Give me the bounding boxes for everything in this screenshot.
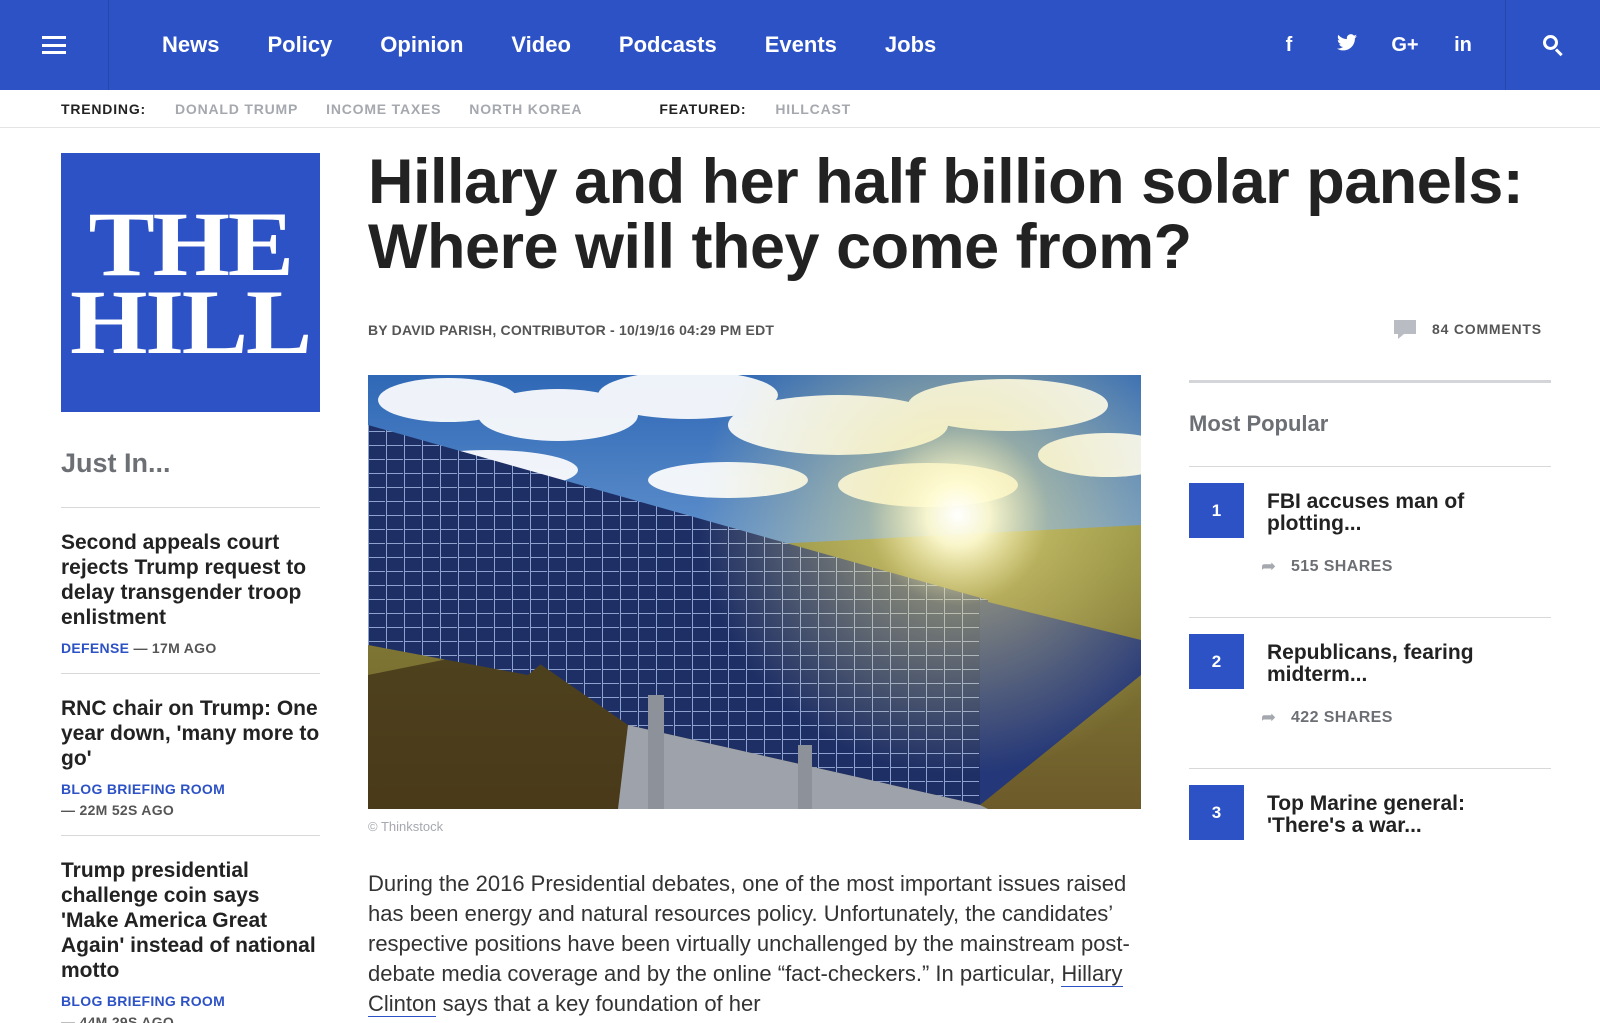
nav-link-news[interactable]: News bbox=[162, 32, 219, 58]
top-navigation: News Policy Opinion Video Podcasts Event… bbox=[0, 0, 1600, 90]
trending-link-donald-trump[interactable]: DONALD TRUMP bbox=[175, 101, 298, 117]
list-item-category[interactable]: DEFENSE bbox=[61, 640, 129, 656]
trending-link-income-taxes[interactable]: INCOME TAXES bbox=[326, 101, 441, 117]
popular-headline[interactable]: FBI accuses man of plotting... bbox=[1267, 491, 1537, 535]
search-button[interactable] bbox=[1505, 0, 1600, 90]
article-body-text-continued: says that a key foundation of her bbox=[436, 991, 761, 1016]
article-byline: BY DAVID PARISH, CONTRIBUTOR - 10/19/16 … bbox=[368, 322, 775, 338]
list-item: RNC chair on Trump: One year down, 'many… bbox=[61, 673, 320, 835]
comments-count: 84 COMMENTS bbox=[1432, 321, 1542, 337]
share-arrow-icon: ➦ bbox=[1261, 707, 1277, 727]
nav-link-opinion[interactable]: Opinion bbox=[380, 32, 463, 58]
list-item: Trump presidential challenge coin says '… bbox=[61, 835, 320, 1023]
list-item-title[interactable]: Trump presidential challenge coin says '… bbox=[61, 858, 320, 983]
list-item-meta: BLOG BRIEFING ROOM — 44M 29S AGO bbox=[61, 991, 320, 1023]
list-item-meta: BLOG BRIEFING ROOM — 22M 52S AGO bbox=[61, 779, 320, 821]
featured-label: FEATURED: bbox=[659, 100, 747, 117]
trending-bar: TRENDING: DONALD TRUMP INCOME TAXES NORT… bbox=[0, 90, 1600, 128]
facebook-icon[interactable]: f bbox=[1260, 34, 1318, 57]
list-item-category[interactable]: BLOG BRIEFING ROOM bbox=[61, 991, 320, 1012]
featured-link-hillcast[interactable]: HILLCAST bbox=[775, 101, 851, 117]
list-item-title[interactable]: Second appeals court rejects Trump reque… bbox=[61, 530, 320, 630]
article-headline: Hillary and her half billion solar panel… bbox=[368, 147, 1524, 282]
linkedin-icon[interactable]: in bbox=[1434, 34, 1492, 57]
the-hill-logo[interactable]: THE HILL bbox=[61, 153, 320, 412]
list-item-meta: DEFENSE — 17M AGO bbox=[61, 638, 320, 659]
social-links: f G+ in bbox=[1260, 0, 1492, 90]
list-item-time: — 17M AGO bbox=[133, 640, 217, 656]
nav-link-events[interactable]: Events bbox=[765, 32, 837, 58]
nav-link-jobs[interactable]: Jobs bbox=[885, 32, 936, 58]
article-body-text: During the 2016 Presidential debates, on… bbox=[368, 871, 1130, 986]
rank-badge: 2 bbox=[1189, 634, 1244, 689]
nav-link-video[interactable]: Video bbox=[511, 32, 571, 58]
article-hero-image bbox=[368, 375, 1141, 809]
main-nav: News Policy Opinion Video Podcasts Event… bbox=[162, 0, 984, 90]
nav-link-policy[interactable]: Policy bbox=[267, 32, 332, 58]
comments-link[interactable]: 84 COMMENTS bbox=[1394, 320, 1542, 339]
popular-headline[interactable]: Top Marine general: 'There's a war... bbox=[1267, 793, 1537, 837]
list-item-title[interactable]: RNC chair on Trump: One year down, 'many… bbox=[61, 696, 320, 771]
image-credit: © Thinkstock bbox=[368, 819, 444, 834]
list-item-time: — 44M 29S AGO bbox=[61, 1014, 175, 1023]
list-item: 1 FBI accuses man of plotting... ➦ 515 SH… bbox=[1189, 467, 1551, 618]
logo-line-hill: HILL bbox=[70, 270, 313, 373]
share-count: ➦ 515 SHARES bbox=[1261, 556, 1393, 577]
list-item-time: — 22M 52S AGO bbox=[61, 802, 175, 818]
just-in-list: Second appeals court rejects Trump reque… bbox=[61, 507, 320, 1023]
share-count: ➦ 422 SHARES bbox=[1261, 707, 1393, 728]
list-item: 2 Republicans, fearing midterm... ➦ 422 S… bbox=[1189, 618, 1551, 769]
rank-badge: 3 bbox=[1189, 785, 1244, 840]
share-arrow-icon: ➦ bbox=[1261, 556, 1277, 576]
nav-link-podcasts[interactable]: Podcasts bbox=[619, 32, 717, 58]
share-count-label: 515 SHARES bbox=[1291, 557, 1393, 575]
article-body: During the 2016 Presidential debates, on… bbox=[368, 869, 1148, 1019]
hamburger-icon bbox=[42, 36, 66, 54]
google-plus-icon[interactable]: G+ bbox=[1376, 34, 1434, 57]
menu-button[interactable] bbox=[0, 0, 109, 90]
list-item-category[interactable]: BLOG BRIEFING ROOM bbox=[61, 779, 320, 800]
most-popular-panel: Most Popular 1 FBI accuses man of plotti… bbox=[1189, 380, 1551, 920]
share-count-label: 422 SHARES bbox=[1291, 708, 1393, 726]
most-popular-heading: Most Popular bbox=[1189, 383, 1551, 467]
search-icon bbox=[1543, 35, 1563, 57]
popular-headline[interactable]: Republicans, fearing midterm... bbox=[1267, 642, 1537, 686]
comment-icon bbox=[1394, 320, 1416, 339]
trending-link-north-korea[interactable]: NORTH KOREA bbox=[469, 101, 582, 117]
list-item: Second appeals court rejects Trump reque… bbox=[61, 507, 320, 673]
just-in-heading: Just In... bbox=[61, 448, 171, 478]
trending-label: TRENDING: bbox=[61, 100, 146, 117]
rank-badge: 1 bbox=[1189, 483, 1244, 538]
twitter-icon[interactable] bbox=[1318, 33, 1376, 57]
list-item: 3 Top Marine general: 'There's a war... bbox=[1189, 769, 1551, 920]
